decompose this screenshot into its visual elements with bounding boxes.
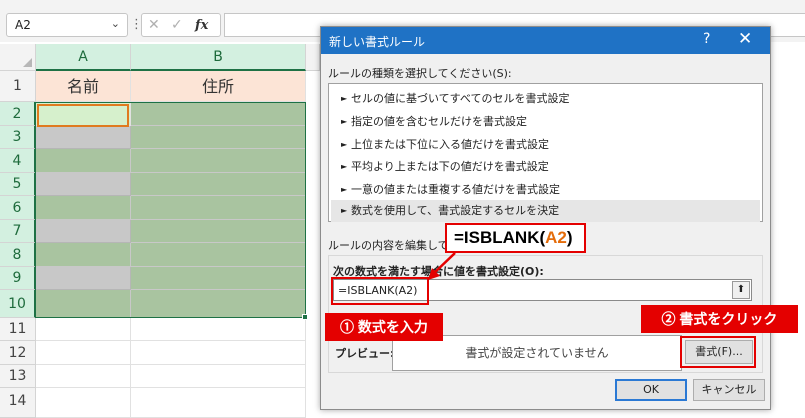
cell-b4[interactable]	[131, 149, 306, 173]
column-header-c[interactable]	[306, 44, 320, 71]
cell-b7[interactable]	[131, 220, 306, 243]
cell-a13[interactable]	[36, 365, 131, 388]
formula-bar-buttons: ✕ ✓ fx	[141, 13, 221, 37]
cell-b13[interactable]	[131, 365, 306, 388]
row-header-12[interactable]: 12	[0, 341, 36, 365]
row-header-6[interactable]: 6	[0, 196, 36, 220]
active-cell-outline	[37, 104, 129, 127]
cell-a7[interactable]	[36, 220, 131, 243]
cell-b8[interactable]	[131, 243, 306, 267]
column-header-a[interactable]: A	[36, 44, 131, 71]
row-header-9[interactable]: 9	[0, 267, 36, 290]
row-header-1[interactable]: 1	[0, 71, 36, 102]
fill-handle[interactable]	[302, 314, 308, 320]
cancel-button[interactable]: キャンセル	[693, 379, 765, 401]
row-header-11[interactable]: 11	[0, 318, 36, 341]
spreadsheet-grid: A B 1 2 3 4 5 6 7 8 9 10 11 12 13 14 名前 …	[0, 44, 320, 418]
rule-type-item[interactable]: ► セルの値に基づいてすべてのセルを書式設定	[331, 88, 760, 110]
cell-b14[interactable]	[131, 388, 306, 418]
cell-a12[interactable]	[36, 341, 131, 365]
callout-suffix: )	[566, 228, 573, 247]
cell-a8[interactable]	[36, 243, 131, 267]
cell-b3[interactable]	[131, 126, 306, 149]
cell-b11[interactable]	[131, 318, 306, 341]
rule-type-item-selected[interactable]: ► 数式を使用して、書式設定するセルを決定	[331, 200, 760, 222]
cell-a4[interactable]	[36, 149, 131, 173]
bullet-icon: ►	[341, 94, 348, 103]
cell-b6[interactable]	[131, 196, 306, 220]
cell-a9[interactable]	[36, 267, 131, 290]
step1-label: ① 数式を入力	[325, 313, 443, 341]
formula-highlight-box	[331, 277, 429, 305]
preview-label: プレビュー:	[335, 347, 395, 360]
row-header-8[interactable]: 8	[0, 243, 36, 267]
chevron-down-icon[interactable]: ⌄	[111, 17, 120, 30]
close-icon[interactable]: ✕	[738, 29, 752, 49]
rule-type-text: 数式を使用して、書式設定するセルを決定	[351, 204, 560, 217]
format-button-highlight-box	[680, 336, 756, 368]
bullet-icon: ►	[341, 162, 348, 171]
callout-prefix: =ISBLANK(	[454, 228, 546, 247]
rule-type-text: 上位または下位に入る値だけを書式設定	[351, 138, 549, 151]
step2-label: ② 書式をクリック	[641, 305, 798, 333]
cell-a5[interactable]	[36, 173, 131, 196]
cell-a3[interactable]	[36, 126, 131, 149]
name-box-value: A2	[15, 18, 31, 32]
row-header-3[interactable]: 3	[0, 126, 36, 149]
select-all-corner[interactable]	[0, 44, 36, 71]
rule-type-text: 平均より上または下の値だけを書式設定	[351, 160, 549, 173]
rule-type-list[interactable]: ► セルの値に基づいてすべてのセルを書式設定 ► 指定の値を含むセルだけを書式設定 …	[328, 83, 763, 222]
cell-b9[interactable]	[131, 267, 306, 290]
column-header-b[interactable]: B	[131, 44, 306, 71]
formula-callout: =ISBLANK(A2)	[445, 223, 586, 253]
bullet-icon: ►	[341, 206, 348, 215]
name-box[interactable]: A2 ⌄	[6, 13, 128, 37]
rule-type-text: セルの値に基づいてすべてのセルを書式設定	[351, 92, 570, 105]
cell-a1[interactable]: 名前	[36, 71, 131, 102]
range-select-icon[interactable]: ⬆	[732, 281, 750, 299]
rule-type-label: ルールの種類を選択してください(S):	[328, 67, 512, 80]
bullet-icon: ►	[341, 140, 348, 149]
rule-type-item[interactable]: ► 平均より上または下の値だけを書式設定	[331, 156, 760, 178]
cell-b10[interactable]	[131, 290, 306, 318]
dialog-title: 新しい書式ルール	[329, 35, 426, 49]
cell-a10[interactable]	[36, 290, 131, 318]
rule-type-item[interactable]: ► 指定の値を含むセルだけを書式設定	[331, 111, 760, 133]
callout-cell-ref: A2	[545, 228, 567, 247]
cell-b1[interactable]: 住所	[131, 71, 306, 102]
row-header-4[interactable]: 4	[0, 149, 36, 173]
rule-type-item[interactable]: ► 一意の値または重複する値だけを書式設定	[331, 179, 760, 201]
row-header-13[interactable]: 13	[0, 365, 36, 388]
cell-b2[interactable]	[131, 102, 306, 126]
bullet-icon: ►	[341, 185, 348, 194]
cancel-icon[interactable]: ✕	[148, 17, 160, 33]
row-header-7[interactable]: 7	[0, 220, 36, 243]
rule-type-item[interactable]: ► 上位または下位に入る値だけを書式設定	[331, 134, 760, 156]
cell-b5[interactable]	[131, 173, 306, 196]
dialog-titlebar[interactable]: 新しい書式ルール ? ✕	[321, 27, 770, 54]
insert-function-icon[interactable]: fx	[195, 18, 208, 33]
bullet-icon: ►	[341, 117, 348, 126]
row-header-10[interactable]: 10	[0, 290, 36, 318]
cell-a14[interactable]	[36, 388, 131, 418]
cell-a6[interactable]	[36, 196, 131, 220]
row-header-14[interactable]: 14	[0, 388, 36, 418]
help-icon[interactable]: ?	[703, 31, 710, 47]
row-header-5[interactable]: 5	[0, 173, 36, 196]
check-icon[interactable]: ✓	[171, 17, 183, 33]
row-header-2[interactable]: 2	[0, 102, 36, 126]
rule-type-text: 一意の値または重複する値だけを書式設定	[351, 183, 560, 196]
cell-b12[interactable]	[131, 341, 306, 365]
ok-button[interactable]: OK	[615, 379, 687, 401]
cell-a11[interactable]	[36, 318, 131, 341]
rule-type-text: 指定の値を含むセルだけを書式設定	[351, 115, 527, 128]
